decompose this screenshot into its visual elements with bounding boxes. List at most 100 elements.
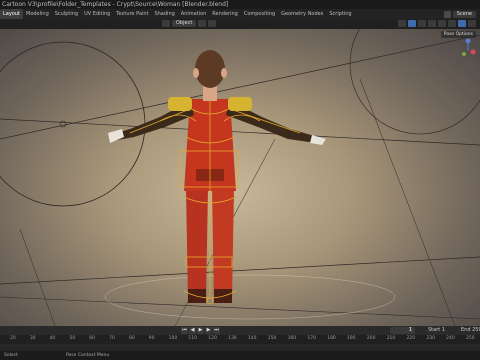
tab-modeling[interactable]: Modeling [23, 9, 52, 19]
viewport-scene [0, 29, 480, 326]
grid-line [0, 118, 480, 146]
scene-icon[interactable] [443, 10, 451, 18]
ruler-tick-label: 140 [247, 336, 257, 341]
select-menu-icon[interactable] [208, 20, 217, 27]
tab-rendering[interactable]: Rendering [209, 9, 241, 19]
ruler-tick-label: 20 [10, 336, 16, 341]
left-ear [193, 68, 199, 78]
prev-keyframe-icon[interactable]: ◀ [189, 327, 196, 334]
ruler-tick-label: 150 [267, 336, 277, 341]
scene-selector: Scene [443, 9, 480, 19]
ruler-tick-label: 110 [188, 336, 198, 341]
character-figure[interactable] [108, 50, 326, 303]
tab-texture-paint[interactable]: Texture Paint [113, 9, 151, 19]
window-title: Cartoon V3\profile\Folder_Templates - Cr… [2, 1, 229, 8]
end-value: 250 [472, 327, 480, 333]
start-frame-field[interactable]: Start 1 [428, 327, 445, 334]
grid-line [19, 228, 56, 326]
ruler-tick-label: 190 [347, 336, 356, 341]
mode-dropdown[interactable]: Object [172, 20, 197, 27]
navigation-gizmo[interactable] [460, 37, 476, 73]
tab-animation[interactable]: Animation [178, 9, 210, 19]
start-value: 1 [441, 327, 445, 333]
zoom-icon[interactable] [465, 61, 471, 65]
editor-type-icon[interactable] [162, 20, 170, 27]
scene-field[interactable]: Scene [452, 10, 476, 18]
root-bone-control[interactable] [104, 274, 396, 320]
status-context-menu: Pose Context Menu [66, 353, 110, 358]
solid-shading-icon[interactable] [448, 20, 456, 27]
rendered-shading-icon[interactable] [468, 20, 476, 27]
window-title-bar: Cartoon V3\profile\Folder_Templates - Cr… [0, 0, 480, 9]
jump-start-icon[interactable]: ⏮ [181, 327, 188, 334]
view-menu-icon[interactable] [198, 20, 207, 27]
viewport-shading-controls [398, 20, 476, 27]
visibility-icon[interactable] [398, 20, 406, 27]
right-ear [221, 68, 227, 78]
ruler-tick-label: 160 [287, 336, 297, 341]
light-control-circle[interactable] [0, 41, 146, 207]
ruler-tick-label: 200 [366, 336, 376, 341]
ruler-tick-label: 130 [228, 336, 237, 341]
ruler-tick-label: 240 [446, 336, 455, 341]
start-label: Start [428, 327, 441, 333]
tab-layout[interactable]: Layout [0, 9, 23, 19]
ruler-tick-label: 80 [128, 336, 135, 341]
overlay-toggle-icon[interactable] [418, 20, 426, 27]
left-hand [108, 129, 124, 143]
ruler-tick-label: 230 [426, 336, 435, 341]
ruler-tick-label: 60 [89, 336, 96, 341]
ruler-tick-label: 70 [109, 336, 115, 341]
material-shading-icon[interactable] [458, 20, 466, 27]
right-leg [212, 189, 234, 301]
end-label: End [461, 327, 471, 333]
ruler-tick-label: 30 [29, 336, 36, 341]
tab-shading[interactable]: Shading [151, 9, 177, 19]
ruler-tick-label: 40 [49, 336, 56, 341]
status-bar: Select Pose Context Menu [0, 351, 480, 360]
ruler-tick-label: 250 [466, 336, 475, 341]
grid-line [359, 78, 456, 326]
ruler-tick-label: 100 [168, 336, 178, 341]
timeline-header: ⏮ ◀ ▶ ▶ ⏭ 1 Start 1 End 250 [0, 326, 480, 335]
frame-ruler[interactable]: 20 30 40 50 60 70 80 90 100 110 120 130 140 150 160 170… [0, 335, 480, 344]
tab-sculpting[interactable]: Sculpting [52, 9, 81, 19]
ruler-tick-label: 210 [386, 336, 396, 341]
3d-viewport[interactable] [0, 29, 480, 326]
ruler-tick-label: 170 [307, 336, 316, 341]
tab-compositing[interactable]: Compositing [241, 9, 278, 19]
viewport-mode-controls: Object [162, 20, 217, 27]
ruler-tick-label: 50 [69, 336, 76, 341]
left-leg [186, 189, 208, 301]
ruler-tick-label: 220 [406, 336, 416, 341]
x-axis-icon[interactable] [470, 49, 476, 55]
light-control-center[interactable] [59, 120, 67, 128]
xray-toggle-icon[interactable] [428, 20, 436, 27]
scene-name: Scene [456, 10, 472, 17]
tab-geometry-nodes[interactable]: Geometry Nodes [278, 9, 326, 19]
ruler-tick-label: 90 [148, 336, 155, 341]
next-keyframe-icon[interactable]: ▶ [205, 327, 212, 334]
status-select: Select [4, 353, 18, 358]
pan-icon[interactable] [465, 67, 471, 71]
grid-line [0, 296, 480, 320]
z-axis-icon[interactable] [465, 38, 471, 44]
playback-controls: ⏮ ◀ ▶ ▶ ⏭ [181, 327, 220, 334]
y-axis-icon[interactable] [462, 52, 466, 56]
play-icon[interactable]: ▶ [197, 327, 204, 334]
current-frame-field[interactable]: 1 [390, 327, 415, 334]
head-hair [195, 50, 225, 88]
root-control[interactable] [206, 297, 214, 305]
dopesheet-area[interactable] [0, 344, 480, 351]
ruler-tick-label: 120 [208, 336, 217, 341]
tab-scripting[interactable]: Scripting [326, 9, 354, 19]
jump-end-icon[interactable]: ⏭ [213, 327, 220, 334]
workspace-tabs: Layout Modeling Sculpting UV Editing Tex… [0, 9, 480, 19]
grid-line [0, 256, 480, 285]
wireframe-shading-icon[interactable] [438, 20, 446, 27]
ruler-tick-label: 180 [327, 336, 336, 341]
gizmo-toggle-icon[interactable] [408, 20, 416, 27]
right-shoulder-pad [228, 97, 252, 111]
tab-uv-editing[interactable]: UV Editing [81, 9, 113, 19]
end-frame-field[interactable]: End 250 [461, 327, 480, 334]
